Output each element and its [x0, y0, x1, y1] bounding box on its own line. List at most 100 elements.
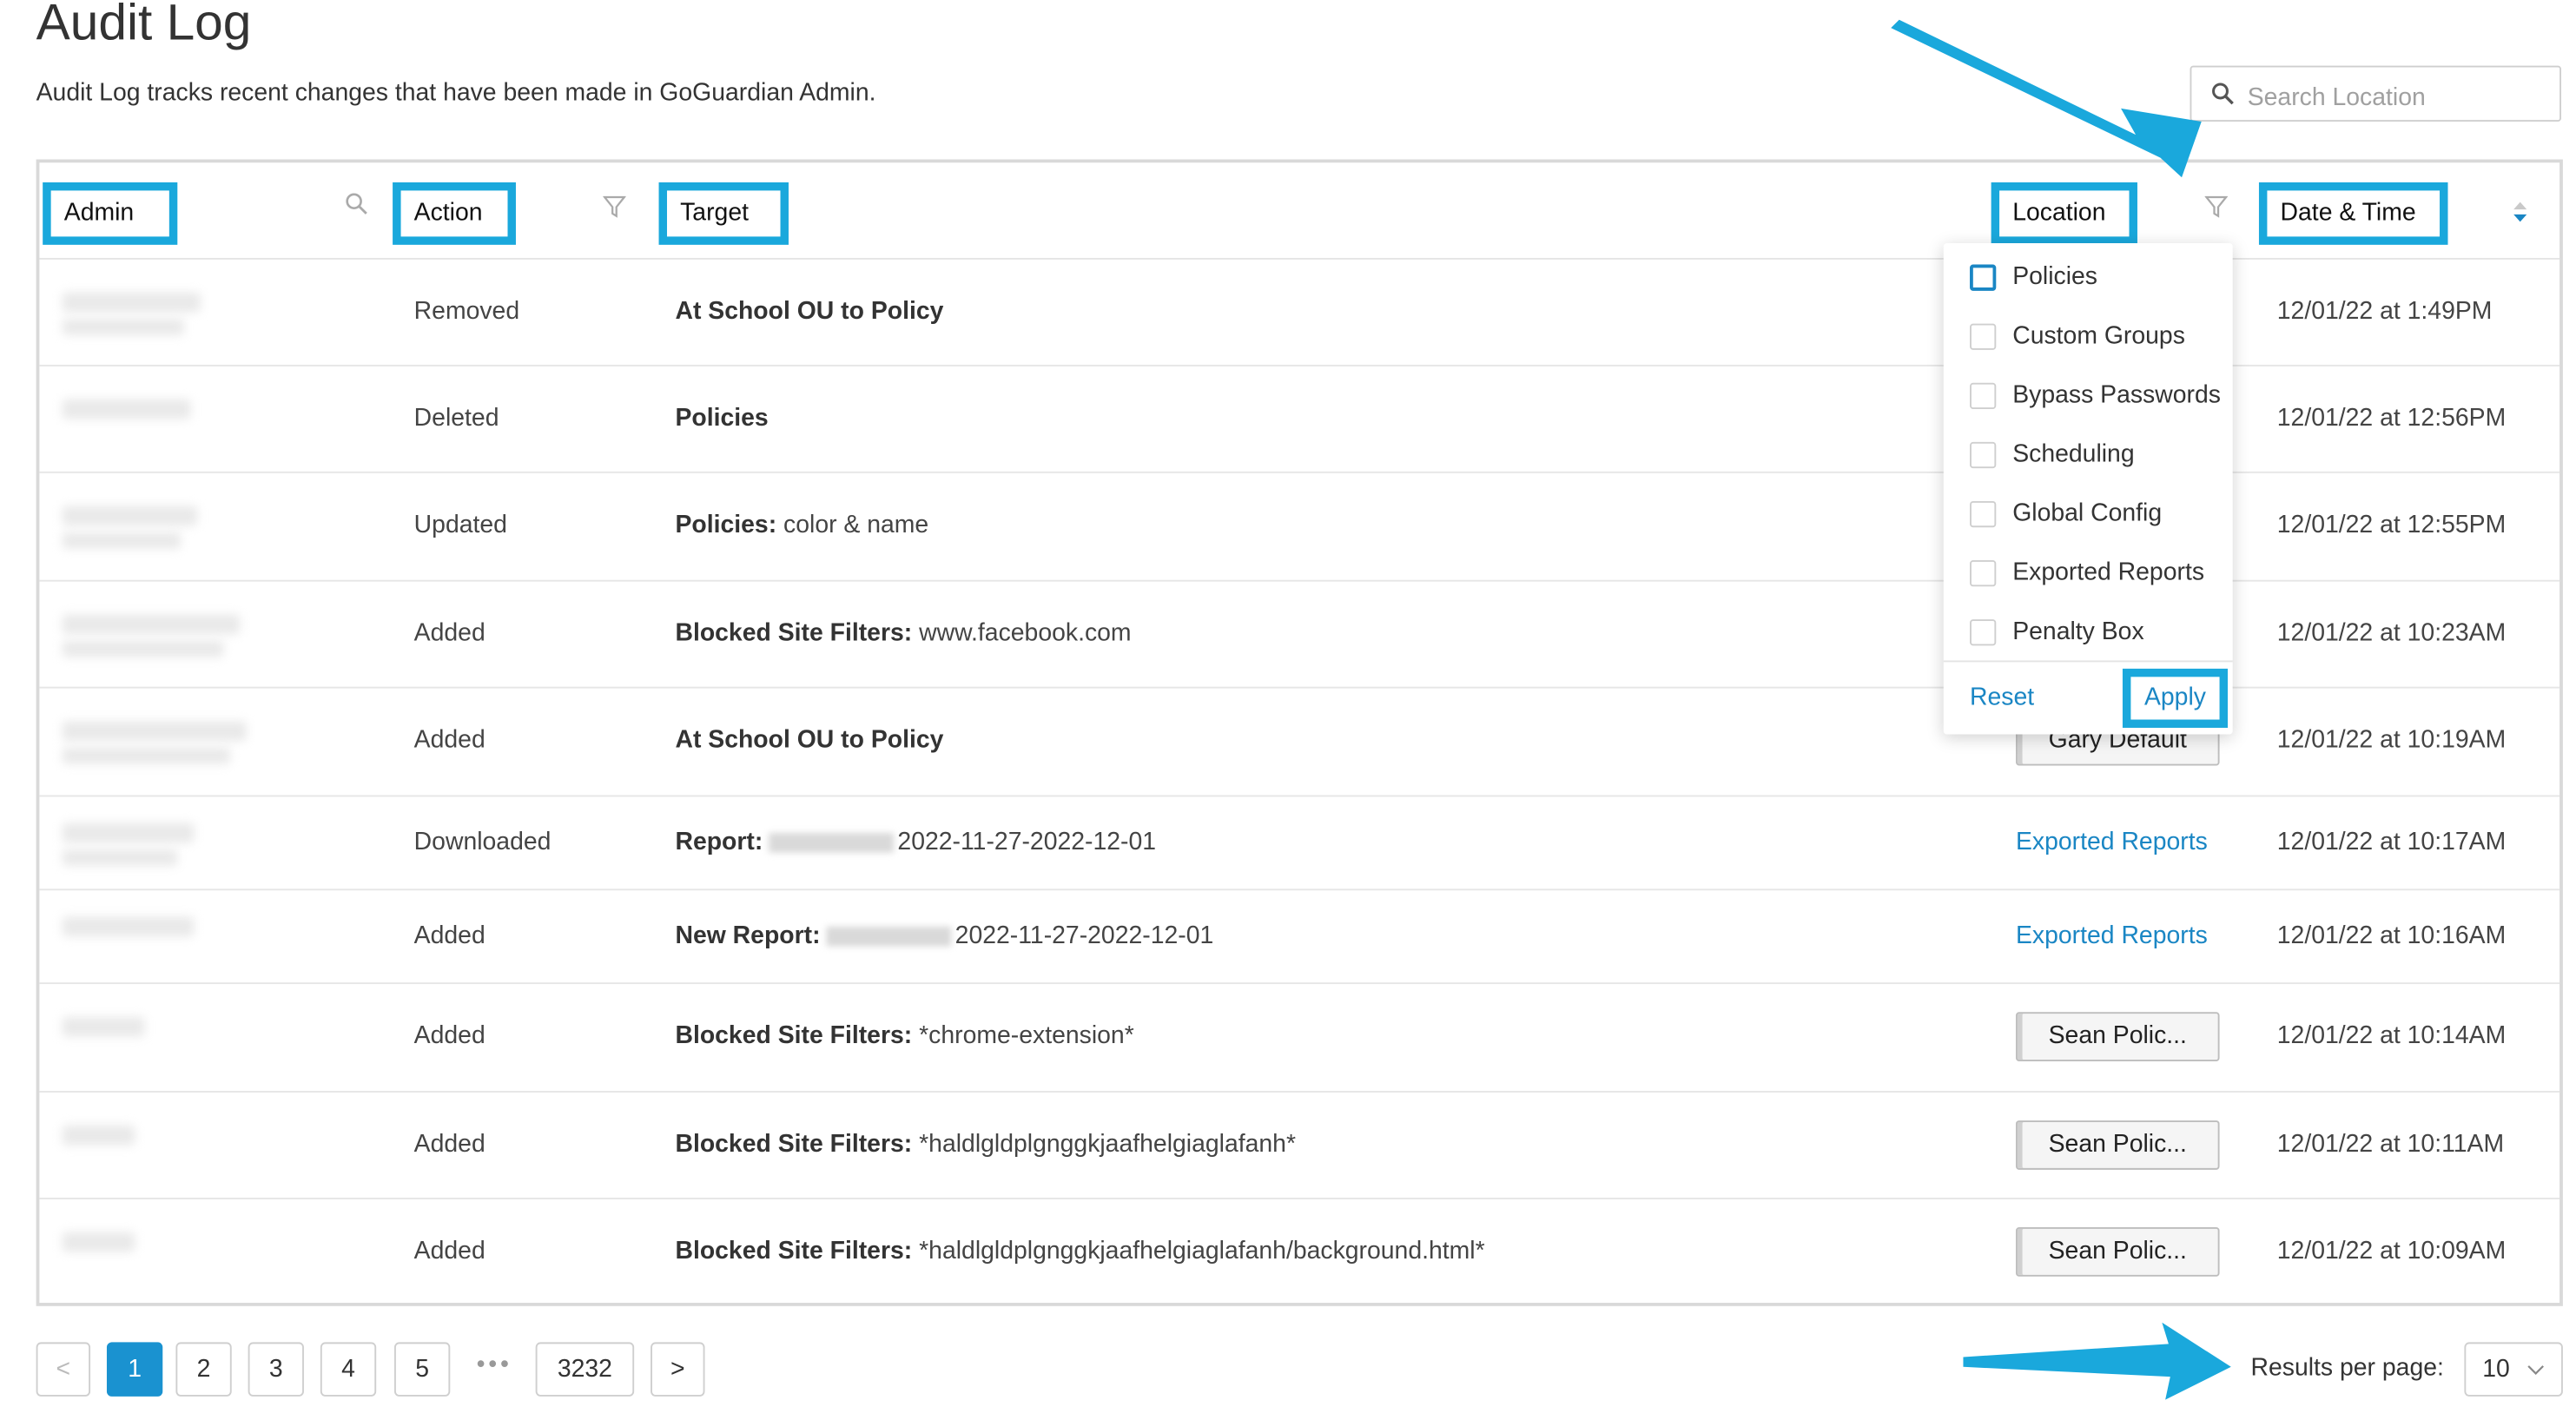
location-button[interactable]: Sean Polic...	[2015, 1227, 2220, 1277]
filter-checkbox[interactable]	[1970, 500, 1997, 528]
target-type: At School OU to Policy	[675, 297, 944, 326]
target-type: Blocked Site Filters:	[675, 1021, 913, 1050]
search-icon	[2212, 83, 2234, 105]
page-button-5[interactable]: 5	[393, 1342, 451, 1397]
target-cell: Blocked Site Filters: www.facebook.com	[675, 619, 1131, 647]
target-type: New Report:	[675, 921, 821, 950]
redacted-admin-name	[62, 614, 241, 635]
next-page-button[interactable]: >	[651, 1342, 705, 1397]
target-type: Blocked Site Filters:	[675, 619, 913, 648]
target-detail: www.facebook.com	[912, 619, 1132, 648]
results-per-page-label: Results per page:	[2250, 1353, 2444, 1382]
page-button-4[interactable]: 4	[320, 1342, 377, 1397]
action-cell: Removed	[413, 297, 520, 326]
target-type: At School OU to Policy	[675, 726, 944, 755]
redacted-admin-name	[62, 916, 195, 937]
date-time-cell: 12/01/22 at 10:23AM	[2276, 619, 2507, 648]
redacted-admin-name	[62, 1016, 145, 1037]
filter-option-label: Policies	[2012, 262, 2097, 291]
apply-button[interactable]: Apply	[2122, 668, 2229, 728]
action-cell: Added	[413, 921, 485, 950]
redacted-admin-name	[62, 1232, 135, 1252]
action-cell: Added	[413, 619, 485, 648]
target-detail: 2022-11-27-2022-12-01	[954, 921, 1214, 950]
arrow-annotation	[1963, 1322, 2231, 1400]
filter-option-label: Global Config	[2012, 499, 2163, 528]
target-detail: 2022-11-27-2022-12-01	[897, 828, 1157, 856]
redacted-admin-name	[62, 505, 197, 526]
page-button-1[interactable]: 1	[106, 1342, 163, 1397]
date-time-cell: 12/01/22 at 1:49PM	[2276, 297, 2493, 326]
sort-icon[interactable]	[2512, 201, 2528, 223]
page-button-2[interactable]: 2	[175, 1342, 232, 1397]
search-icon[interactable]	[345, 192, 367, 215]
target-cell: At School OU to Policy	[675, 726, 943, 754]
column-header-target[interactable]: Target	[658, 182, 789, 245]
column-header-admin[interactable]: Admin	[43, 182, 178, 245]
filter-checkbox[interactable]	[1970, 560, 1997, 587]
date-time-cell: 12/01/22 at 10:19AM	[2276, 726, 2507, 755]
filter-icon[interactable]	[2204, 195, 2229, 218]
search-location-input[interactable]	[2243, 76, 2555, 117]
target-type: Blocked Site Filters:	[675, 1237, 913, 1265]
action-cell: Added	[413, 726, 485, 755]
location-button[interactable]: Sean Polic...	[2015, 1120, 2220, 1170]
location-link[interactable]: Exported Reports	[2016, 828, 2208, 855]
filter-option-label: Exported Reports	[2012, 558, 2205, 587]
pagination-ellipsis: •••	[476, 1350, 512, 1379]
target-cell: Blocked Site Filters: *haldlgldplgnggkja…	[675, 1130, 1296, 1158]
target-type: Policies	[675, 404, 769, 433]
audit-log-page: Audit Log Audit Log tracks recent change…	[0, 0, 2576, 1406]
target-cell: New Report: 2022-11-27-2022-12-01	[675, 921, 1213, 949]
filter-checkbox[interactable]	[1970, 382, 1997, 410]
date-time-cell: 12/01/22 at 10:17AM	[2276, 828, 2507, 856]
prev-page-button[interactable]: <	[36, 1342, 91, 1397]
column-header-location[interactable]: Location	[1991, 182, 2137, 245]
location-button[interactable]: Sean Polic...	[2015, 1012, 2220, 1061]
table-row: Downloaded Report: 2022-11-27-2022-12-01 Ex…	[39, 796, 2560, 891]
date-time-cell: 12/01/22 at 10:09AM	[2276, 1237, 2507, 1265]
target-cell: Policies	[675, 404, 768, 432]
redacted-admin-name	[62, 721, 247, 742]
target-cell: At School OU to Policy	[675, 297, 943, 325]
page-button-3[interactable]: 3	[248, 1342, 304, 1397]
chevron-down-icon	[2527, 1365, 2544, 1375]
target-cell: Report: 2022-11-27-2022-12-01	[675, 828, 1156, 855]
target-detail: color & name	[776, 511, 929, 539]
filter-checkbox[interactable]	[1970, 441, 1997, 469]
filter-icon[interactable]	[603, 195, 626, 218]
date-time-cell: 12/01/22 at 12:55PM	[2276, 511, 2507, 539]
reset-button[interactable]: Reset	[1970, 684, 2034, 711]
target-type: Blocked Site Filters:	[675, 1130, 913, 1159]
redacted-report-name	[827, 926, 952, 947]
filter-option-label: Bypass Passwords	[2012, 380, 2221, 410]
redacted-admin-name	[62, 532, 182, 549]
filter-checkbox[interactable]	[1970, 619, 1997, 646]
redacted-admin-name	[62, 849, 178, 866]
results-per-page-value: 10	[2482, 1355, 2510, 1384]
target-detail: *chrome-extension*	[912, 1021, 1134, 1050]
date-time-cell: 12/01/22 at 10:14AM	[2276, 1021, 2507, 1050]
action-cell: Added	[413, 1237, 485, 1265]
filter-option-label: Custom Groups	[2012, 321, 2185, 350]
target-detail: *haldlgldplgnggkjaafhelgiaglafanh*	[912, 1130, 1296, 1159]
table-row: Added Blocked Site Filters: *haldlgldplgn…	[39, 1198, 2559, 1305]
table-row: Added Blocked Site Filters: *chrome-exten…	[39, 982, 2560, 1093]
action-cell: Updated	[413, 511, 507, 539]
column-header-action[interactable]: Action	[393, 182, 516, 245]
target-type: Report:	[675, 828, 763, 856]
date-time-cell: 12/01/22 at 10:16AM	[2276, 921, 2507, 950]
table-row: Added Blocked Site Filters: *haldlgldplgn…	[39, 1091, 2560, 1199]
action-cell: Added	[413, 1130, 485, 1159]
filter-checkbox[interactable]	[1970, 323, 1997, 350]
results-per-page-select[interactable]: 10	[2464, 1342, 2563, 1397]
divider	[1943, 660, 2233, 663]
target-cell: Blocked Site Filters: *haldlgldplgnggkja…	[675, 1237, 1484, 1265]
location-filter-dropdown: Policies Custom Groups Bypass Passwords Sch…	[1943, 242, 2233, 735]
page-button-last[interactable]: 3232	[535, 1342, 635, 1397]
search-location-box[interactable]	[2190, 65, 2562, 122]
filter-checkbox[interactable]	[1970, 264, 1997, 291]
redacted-report-name	[769, 833, 895, 853]
location-link[interactable]: Exported Reports	[2016, 921, 2208, 949]
column-header-date-time[interactable]: Date & Time	[2258, 182, 2448, 245]
